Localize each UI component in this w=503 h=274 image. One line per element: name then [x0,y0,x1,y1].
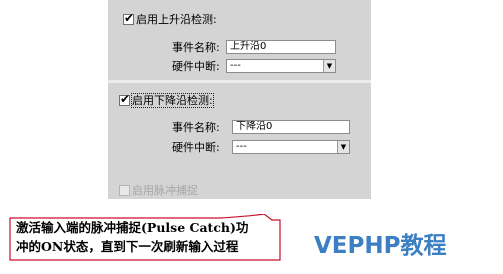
falling-event-name-label: 事件名称: [172,121,220,134]
callout-line-1: 激活输入端的脉冲捕捉(Pulse Catch)功 [16,220,249,235]
falling-edge-checkbox-label[interactable]: 启用下降沿检测: [131,93,214,108]
callout-text: 激活输入端的脉冲捕捉(Pulse Catch)功 冲的ON状态，直到下一次刷新输… [16,218,280,256]
pulse-catch-checkbox[interactable] [119,185,130,196]
rising-event-name-input[interactable]: 上升沿0 [226,40,336,54]
rising-hw-interrupt-select[interactable]: --- ▼ [226,59,336,73]
callout-line-2: 冲的ON状态，直到下一次刷新输入过程 [16,239,239,254]
rising-event-name-label: 事件名称: [172,41,220,54]
checkmark-icon: ✔ [120,92,131,106]
pulse-catch-checkbox-label[interactable]: 启用脉冲捕捉 [132,184,198,197]
chevron-down-icon[interactable]: ▼ [337,141,349,153]
falling-event-name-input[interactable]: 下降沿0 [232,120,350,134]
checkmark-icon: ✔ [124,11,135,25]
chevron-down-icon[interactable]: ▼ [323,60,335,72]
falling-edge-checkbox[interactable]: ✔ [119,92,131,106]
falling-hw-interrupt-select[interactable]: --- ▼ [232,140,350,154]
rising-edge-checkbox[interactable]: ✔ [123,11,135,25]
rising-hw-interrupt-label: 硬件中断: [172,60,220,73]
falling-hw-interrupt-label: 硬件中断: [172,141,220,154]
rising-hw-interrupt-value: --- [230,60,241,71]
falling-hw-interrupt-value: --- [236,141,247,152]
watermark-logo: VEPHP教程 [314,233,447,259]
rising-edge-checkbox-label[interactable]: 启用上升沿检测: [136,13,217,26]
